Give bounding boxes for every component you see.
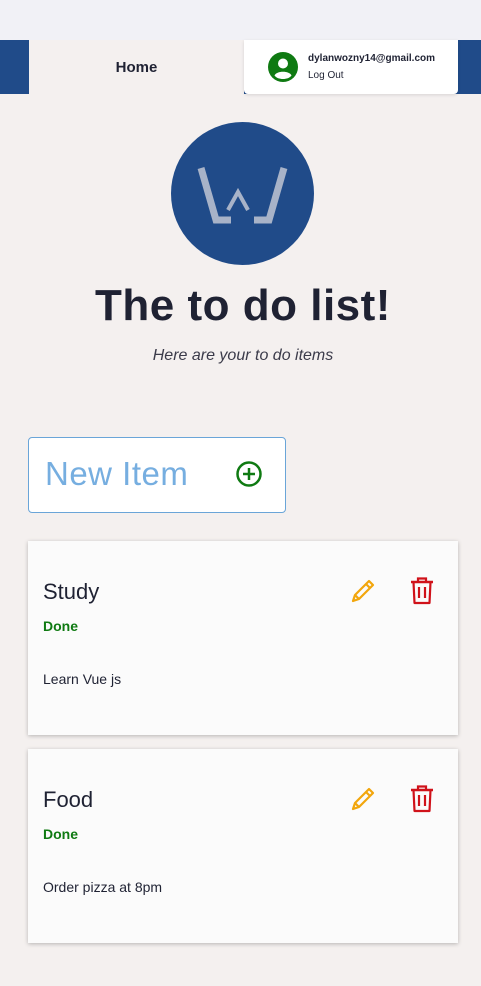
todo-card: Food Done Order pizza at 8pm [28, 749, 458, 943]
new-item-button[interactable]: New Item [28, 437, 286, 513]
page-subtitle: Here are your to do items [152, 347, 334, 364]
pencil-icon[interactable] [348, 576, 378, 606]
todo-title: Study [43, 579, 100, 604]
pencil-icon[interactable] [348, 784, 378, 814]
user-email: dylanwozny14@gmail.com [308, 53, 436, 64]
new-item-label: New Item [45, 455, 189, 492]
todo-status: Done [43, 826, 78, 842]
plus-circle-icon [235, 460, 263, 488]
trash-icon[interactable] [408, 576, 436, 606]
home-tab[interactable]: Home [29, 40, 244, 94]
trash-icon[interactable] [408, 784, 436, 814]
top-strip [0, 0, 481, 40]
user-avatar-icon [268, 52, 298, 82]
logout-link[interactable]: Log Out [308, 70, 344, 81]
todo-status: Done [43, 618, 78, 634]
page-title: The to do list! [95, 281, 391, 330]
brand-logo [171, 122, 314, 265]
todo-title: Food [43, 787, 94, 812]
user-menu[interactable]: dylanwozny14@gmail.com Log Out [244, 40, 458, 94]
w-logo-icon [197, 167, 288, 224]
todo-description: Order pizza at 8pm [43, 879, 163, 895]
todo-card: Study Done Learn Vue js [28, 541, 458, 735]
home-tab-label: Home [115, 58, 158, 76]
todo-description: Learn Vue js [43, 671, 122, 687]
